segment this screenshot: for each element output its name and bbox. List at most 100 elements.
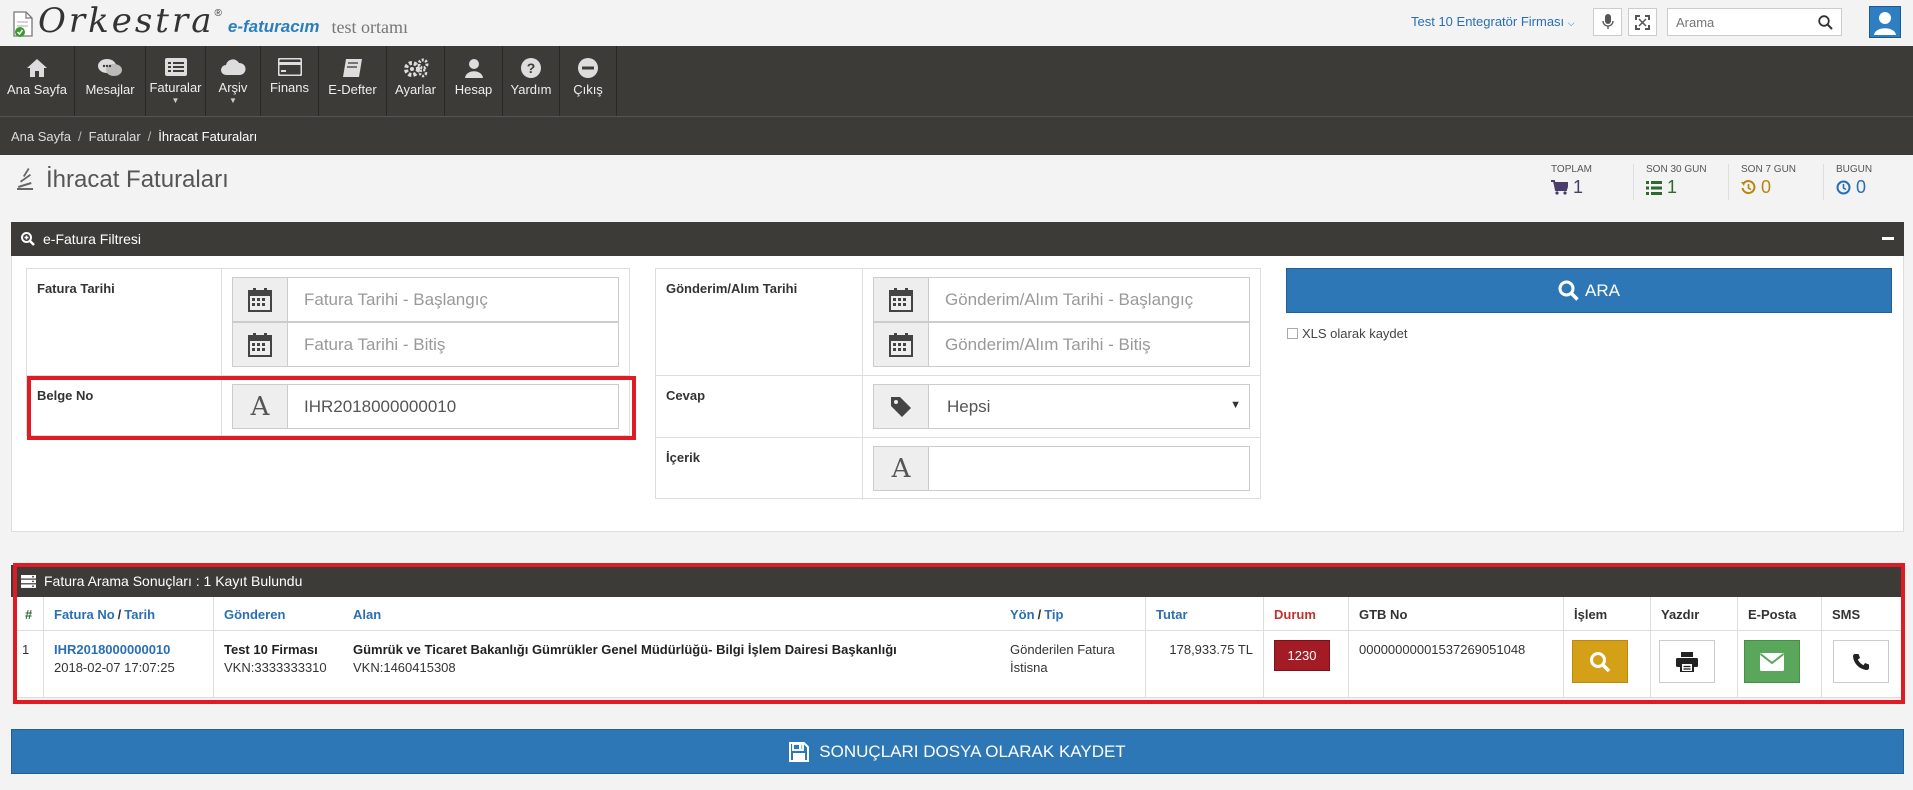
document-no-field[interactable]: A [232,384,619,429]
search-icon[interactable] [1818,15,1833,30]
send-date-start-field[interactable] [873,277,1250,322]
environment-label: test ortamı [331,17,408,37]
invoice-no-link[interactable]: IHR2018000000010 [54,641,203,659]
floppy-disk-icon [789,741,810,762]
stat-label: SON 7 GUN [1741,164,1797,175]
invoice-date-start-field[interactable] [232,277,619,322]
collapse-icon[interactable] [1882,237,1894,240]
stat-today[interactable]: BUGUN 0 [1836,164,1872,198]
col-header-separator: / [1037,606,1042,622]
calendar-icon[interactable] [233,323,288,366]
status-badge[interactable]: 1230 [1274,640,1330,671]
nav-item-finance[interactable]: Finans [261,46,319,116]
receiver-name: Gümrük ve Ticaret Bakanlığı Gümrükler Ge… [353,642,897,657]
nav-label: Ana Sayfa [7,82,67,97]
sms-button[interactable] [1833,640,1889,683]
col-header-direction-type[interactable]: Yön / Tip [1000,597,1146,631]
direction-value: Gönderilen Fatura [1010,642,1115,657]
nav-item-messages[interactable]: Mesajlar [75,46,146,116]
svg-text:?: ? [527,60,536,76]
response-selected-option: Hepsi [947,396,991,416]
company-dropdown[interactable]: Test 10 Entegratör Firması ⌵ [1411,14,1575,29]
chevron-down-icon: ⌵ [1567,18,1575,28]
save-results-button[interactable]: SONUÇLARI DOSYA OLARAK KAYDET [11,729,1904,774]
caret-down-icon: ▼ [171,96,180,105]
send-date-start-input[interactable] [929,278,1249,321]
response-select[interactable]: Hepsi ▼ [873,384,1250,429]
tag-icon [874,385,929,428]
gears-icon [403,58,428,78]
nav-item-edefter[interactable]: E-Defter [319,46,387,116]
cloud-icon [221,59,246,75]
font-icon: A [233,385,288,428]
col-header-email: E-Posta [1738,597,1822,631]
invoice-date-end-field[interactable] [232,322,619,367]
fullscreen-button[interactable] [1628,8,1657,36]
send-date-end-field[interactable] [873,322,1250,367]
col-header-receiver[interactable]: Alan [343,597,1010,631]
global-search-input[interactable] [1668,9,1808,35]
content-input[interactable] [929,447,1249,490]
stat-total[interactable]: TOPLAM 1 [1551,164,1592,198]
content-field[interactable]: A [873,446,1250,491]
calendar-icon[interactable] [874,278,929,321]
xls-save-option[interactable]: XLS olarak kaydet [1287,326,1408,341]
breadcrumb-current: İhracat Faturaları [158,128,258,144]
print-button[interactable] [1659,640,1715,683]
stat-divider [1823,164,1824,200]
voice-button[interactable] [1593,8,1622,36]
col-header-direction-label: Yön [1010,606,1035,622]
invoice-date-end-input[interactable] [288,323,618,366]
search-button[interactable]: ARA [1286,268,1892,313]
stat-last-7-days[interactable]: SON 7 GUN 0 [1741,164,1796,198]
amount-value: 178,933.75 TL [1146,631,1264,697]
calendar-icon[interactable] [874,323,929,366]
stat-label: SON 30 GUN [1646,164,1707,175]
nav-item-help[interactable]: ? Yardım [503,46,560,116]
filter-panel-header: e-Fatura Filtresi [11,222,1904,256]
user-menu-button[interactable] [1869,6,1901,38]
col-header-status[interactable]: Durum [1264,597,1349,631]
response-label: Cevap [666,388,706,403]
nav-label: Mesajlar [85,82,135,97]
send-date-end-input[interactable] [929,323,1249,366]
company-name: Test 10 Entegratör Firması [1411,14,1565,29]
nav-item-invoices[interactable]: Faturalar ▼ [146,46,206,116]
breadcrumb-invoices[interactable]: Faturalar [89,129,141,144]
nav-label: Ayarlar [395,82,436,97]
results-panel-title: Fatura Arama Sonuçları : 1 Kayıt Bulundu [44,573,303,589]
caret-down-icon: ▼ [229,96,237,105]
credit-card-icon [277,58,302,76]
stat-value: 1 [1573,177,1584,197]
phone-icon [1853,653,1869,670]
xls-checkbox[interactable] [1287,328,1298,339]
col-header-invoice-no[interactable]: Fatura No / Tarih [44,597,214,631]
nav-item-archive[interactable]: Arşiv ▼ [206,46,261,116]
col-header-date-label: Tarih [124,606,156,622]
row-number: 1 [15,631,44,697]
logo[interactable]: Orkestra ® e-faturacım test ortamı [12,4,408,38]
row-divider [15,697,1901,698]
list-icon [164,58,187,76]
global-search[interactable] [1667,8,1842,36]
col-header-sender[interactable]: Gönderen [214,597,353,631]
nav-item-settings[interactable]: Ayarlar [387,46,445,116]
view-button[interactable] [1572,640,1628,683]
calendar-icon[interactable] [233,278,288,321]
email-button[interactable] [1744,640,1800,683]
main-nav: Ana Sayfa Mesajlar Faturalar ▼ Arşiv ▼ F… [0,46,1913,116]
stat-last-30-days[interactable]: SON 30 GUN 1 [1646,164,1707,198]
book-icon [342,59,362,77]
stat-label: TOPLAM [1551,164,1592,175]
col-header-type-label: Tip [1044,606,1064,622]
invoice-date-start-input[interactable] [288,278,618,321]
col-header-amount[interactable]: Tutar [1146,597,1264,631]
nav-item-logout[interactable]: Çıkış [560,46,617,116]
clock-icon [1836,180,1851,195]
breadcrumb-home[interactable]: Ana Sayfa [11,129,71,144]
document-no-input[interactable] [288,385,618,428]
response-select-value[interactable]: Hepsi ▼ [929,385,1249,428]
nav-item-home[interactable]: Ana Sayfa [0,46,75,116]
stat-divider [1633,164,1634,200]
nav-item-account[interactable]: Hesap [445,46,503,116]
